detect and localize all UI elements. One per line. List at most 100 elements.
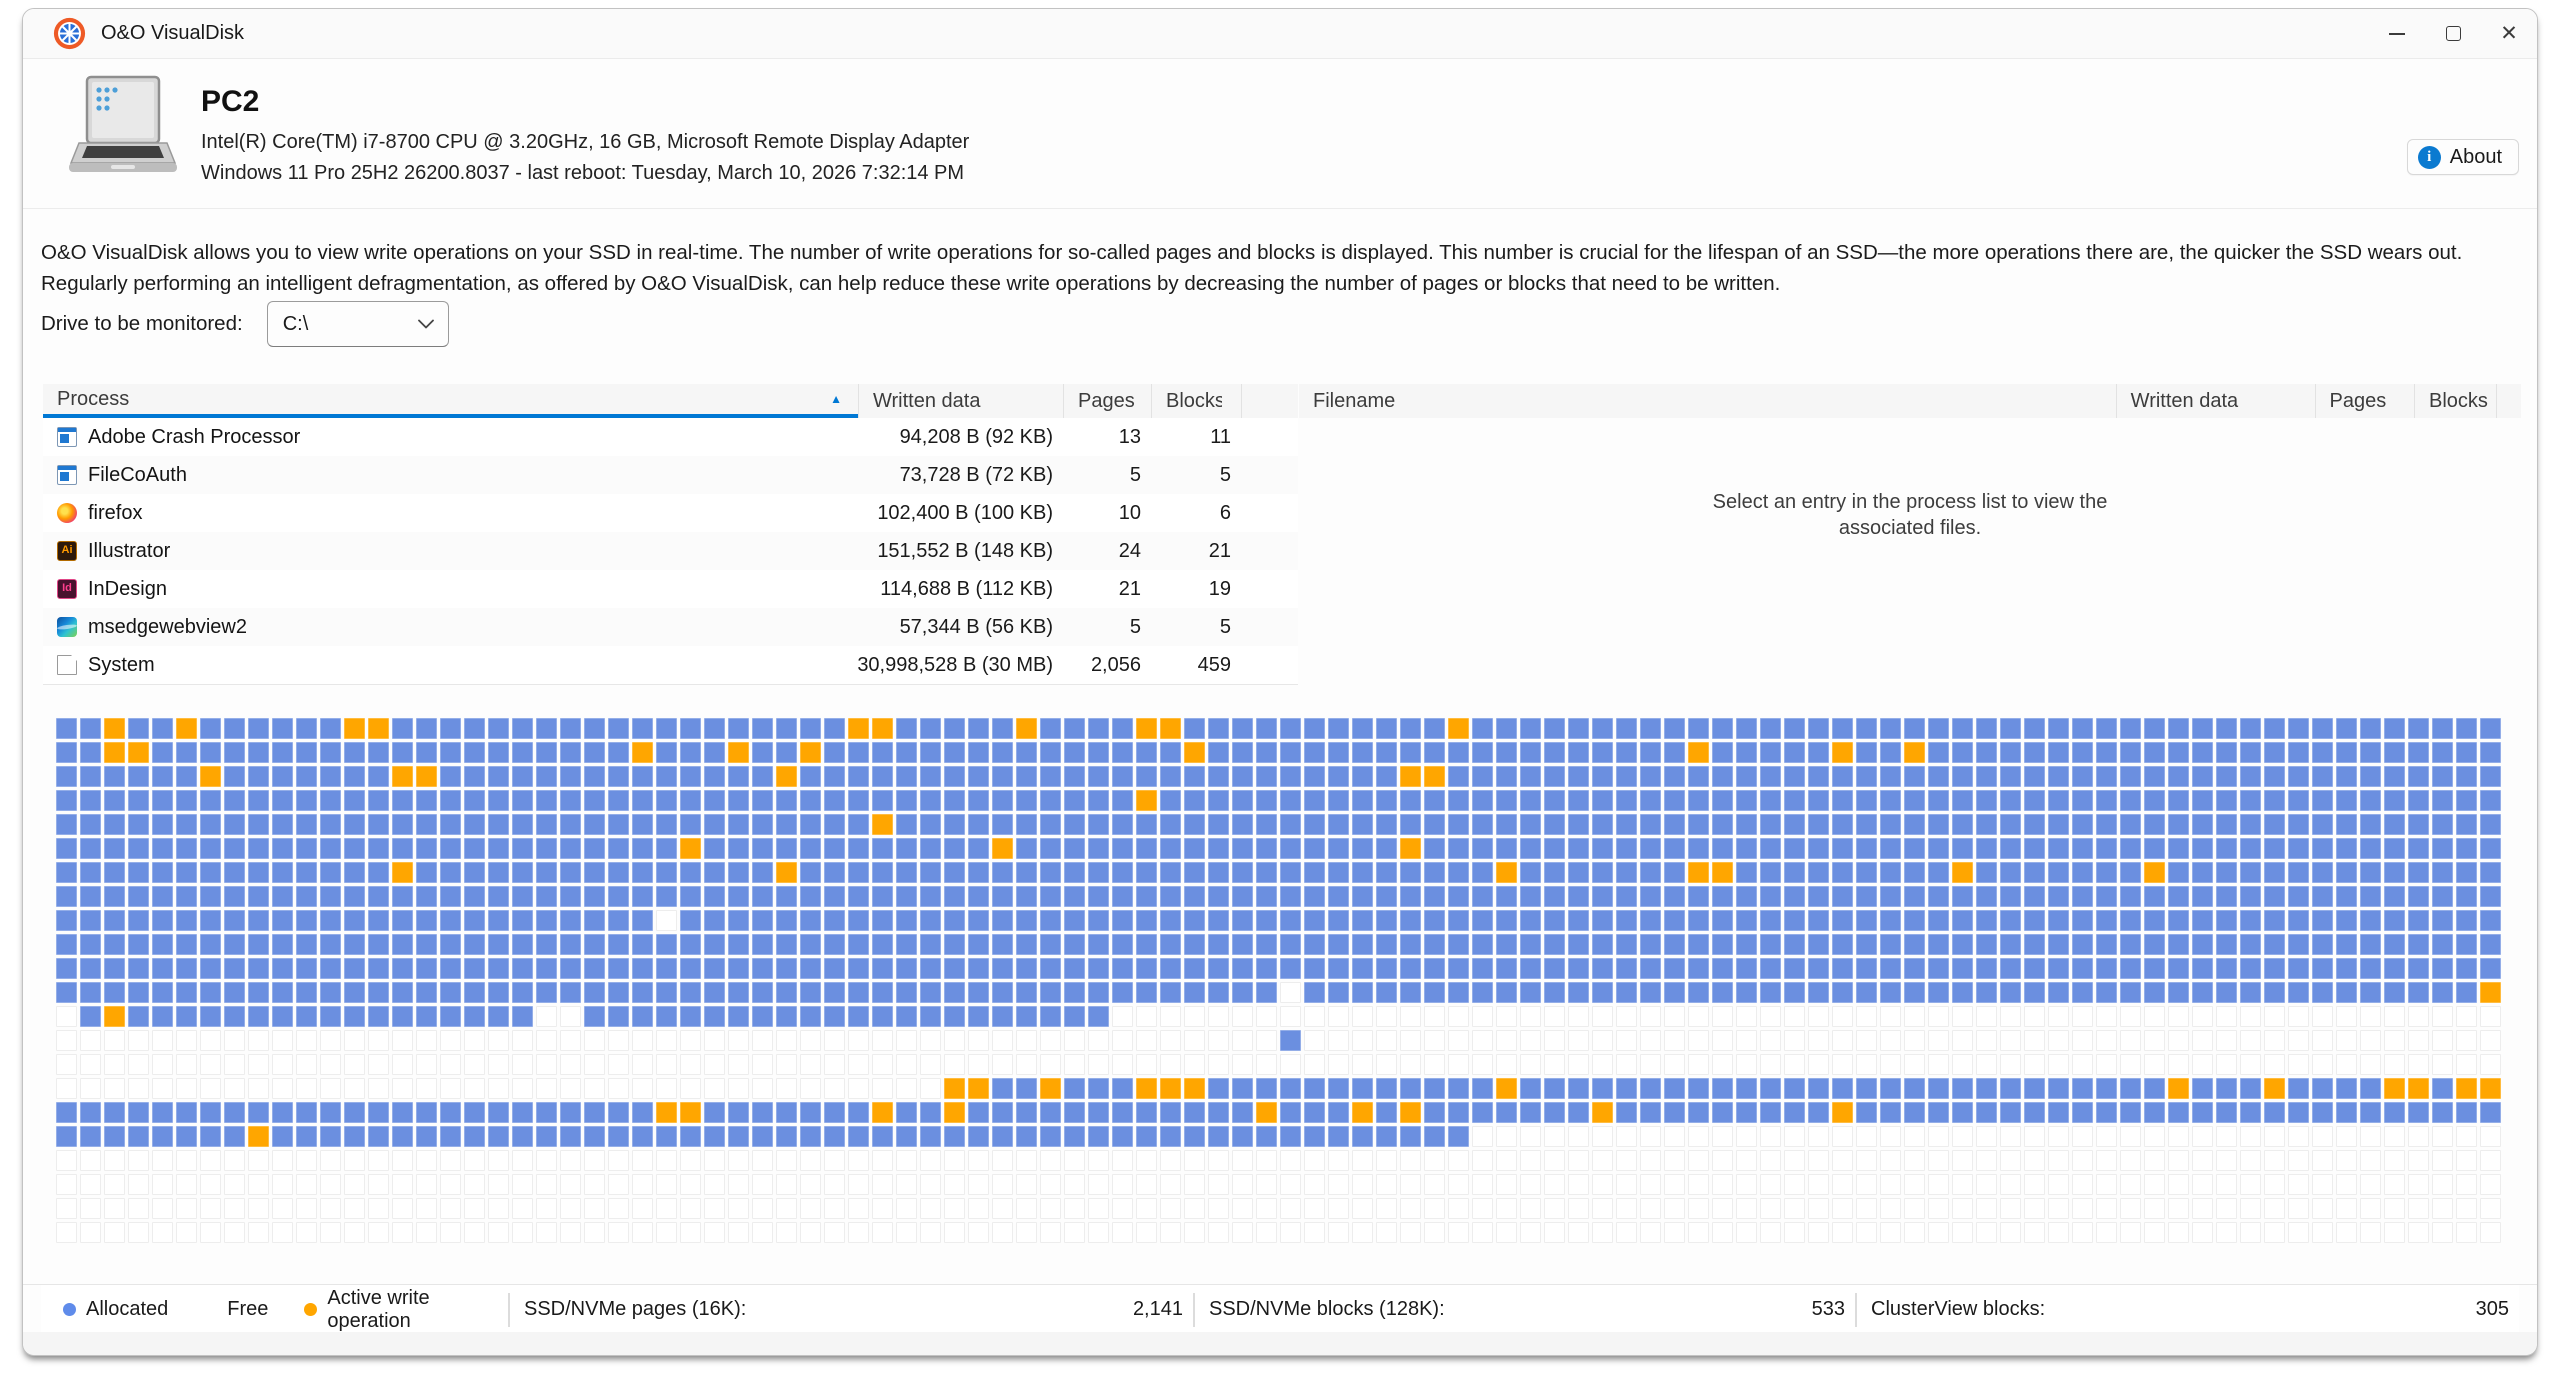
grid-cell xyxy=(176,1174,197,1195)
written-data-column-header[interactable]: Written data xyxy=(2116,384,2315,418)
grid-cell xyxy=(488,982,509,1003)
pages-column-header[interactable]: Pages xyxy=(2315,384,2415,418)
process-row[interactable]: InDesign114,688 B (112 KB)2119 xyxy=(43,570,1298,608)
grid-cell xyxy=(824,910,845,931)
grid-cell xyxy=(2072,862,2093,883)
cluster-view-grid[interactable] xyxy=(56,718,2501,1243)
grid-cell xyxy=(584,718,605,739)
stat-clusterview-blocks: ClusterView blocks: 305 xyxy=(1855,1293,2519,1327)
grid-cell xyxy=(1928,718,1949,739)
grid-cell xyxy=(752,1102,773,1123)
grid-cell xyxy=(512,982,533,1003)
process-row[interactable]: Adobe Crash Processor94,208 B (92 KB)131… xyxy=(43,418,1298,456)
grid-cell xyxy=(1712,934,1733,955)
grid-cell xyxy=(752,910,773,931)
grid-cell xyxy=(152,1174,173,1195)
grid-cell xyxy=(2048,886,2069,907)
grid-cell xyxy=(1592,1054,1613,1075)
grid-cell xyxy=(1280,1030,1301,1051)
grid-cell xyxy=(1472,838,1493,859)
grid-cell xyxy=(464,1174,485,1195)
grid-cell xyxy=(992,982,1013,1003)
close-button[interactable]: ✕ xyxy=(2481,9,2537,58)
process-name-cell: Illustrator xyxy=(43,540,858,563)
grid-cell xyxy=(344,862,365,883)
grid-cell xyxy=(1616,1054,1637,1075)
grid-cell xyxy=(2480,934,2501,955)
grid-cell xyxy=(1160,742,1181,763)
filename-column-header[interactable]: Filename xyxy=(1299,384,2116,418)
grid-cell xyxy=(704,862,725,883)
grid-cell xyxy=(1904,862,1925,883)
grid-cell xyxy=(200,1174,221,1195)
grid-cell xyxy=(392,1222,413,1243)
pages-column-header[interactable]: Pages xyxy=(1063,384,1151,418)
grid-cell xyxy=(1352,1222,1373,1243)
blocks-column-header[interactable]: Blocks xyxy=(1151,384,1241,418)
grid-cell xyxy=(2120,790,2141,811)
grid-cell xyxy=(1472,766,1493,787)
grid-cell xyxy=(1808,742,1829,763)
grid-cell xyxy=(2408,814,2429,835)
maximize-button[interactable] xyxy=(2425,9,2481,58)
grid-cell xyxy=(1880,1006,1901,1027)
process-column-header[interactable]: Process ▲ xyxy=(43,384,858,418)
grid-cell xyxy=(1184,1102,1205,1123)
grid-cell xyxy=(1520,1030,1541,1051)
grid-cell xyxy=(416,814,437,835)
grid-cell xyxy=(1232,1030,1253,1051)
grid-cell xyxy=(1472,1054,1493,1075)
grid-cell xyxy=(2120,1030,2141,1051)
grid-cell xyxy=(872,982,893,1003)
drive-select-dropdown[interactable]: C:\ xyxy=(267,301,449,347)
grid-cell xyxy=(728,1006,749,1027)
grid-cell xyxy=(512,766,533,787)
grid-cell xyxy=(1544,1006,1565,1027)
grid-cell xyxy=(1856,1126,1877,1147)
blocks-column-header[interactable]: Blocks xyxy=(2414,384,2496,418)
grid-cell xyxy=(1184,1222,1205,1243)
grid-cell xyxy=(1088,910,1109,931)
grid-cell xyxy=(320,1102,341,1123)
written-data-cell: 102,400 B (100 KB) xyxy=(858,502,1063,525)
grid-cell xyxy=(1208,1174,1229,1195)
grid-cell xyxy=(2408,1030,2429,1051)
process-row[interactable]: System30,998,528 B (30 MB)2,056459 xyxy=(43,646,1298,684)
grid-cell xyxy=(2288,1150,2309,1171)
grid-cell xyxy=(1784,1222,1805,1243)
grid-cell xyxy=(2240,1030,2261,1051)
grid-cell xyxy=(416,1174,437,1195)
written-data-column-header[interactable]: Written data xyxy=(858,384,1063,418)
grid-cell xyxy=(2360,814,2381,835)
grid-cell xyxy=(344,982,365,1003)
grid-cell xyxy=(1208,910,1229,931)
grid-cell xyxy=(296,1054,317,1075)
grid-cell xyxy=(656,718,677,739)
minimize-button[interactable] xyxy=(2369,9,2425,58)
process-row[interactable]: FileCoAuth73,728 B (72 KB)55 xyxy=(43,456,1298,494)
grid-cell xyxy=(1664,958,1685,979)
grid-cell xyxy=(1160,1174,1181,1195)
grid-cell xyxy=(896,718,917,739)
process-row[interactable]: firefox102,400 B (100 KB)106 xyxy=(43,494,1298,532)
grid-cell xyxy=(2120,1150,2141,1171)
grid-cell xyxy=(1856,1222,1877,1243)
process-row[interactable]: msedgewebview257,344 B (56 KB)55 xyxy=(43,608,1298,646)
grid-cell xyxy=(1088,766,1109,787)
grid-cell xyxy=(944,1222,965,1243)
grid-cell xyxy=(1064,1150,1085,1171)
about-button[interactable]: i About xyxy=(2407,139,2519,175)
grid-cell xyxy=(656,1126,677,1147)
grid-cell xyxy=(656,910,677,931)
grid-cell xyxy=(1280,1006,1301,1027)
grid-cell xyxy=(224,1198,245,1219)
process-row[interactable]: Illustrator151,552 B (148 KB)2421 xyxy=(43,532,1298,570)
grid-cell xyxy=(2456,1102,2477,1123)
grid-cell xyxy=(104,958,125,979)
grid-cell xyxy=(1496,1078,1517,1099)
grid-cell xyxy=(1160,1102,1181,1123)
grid-cell xyxy=(584,862,605,883)
laptop-icon xyxy=(65,75,177,181)
grid-cell xyxy=(872,838,893,859)
grid-cell xyxy=(992,766,1013,787)
